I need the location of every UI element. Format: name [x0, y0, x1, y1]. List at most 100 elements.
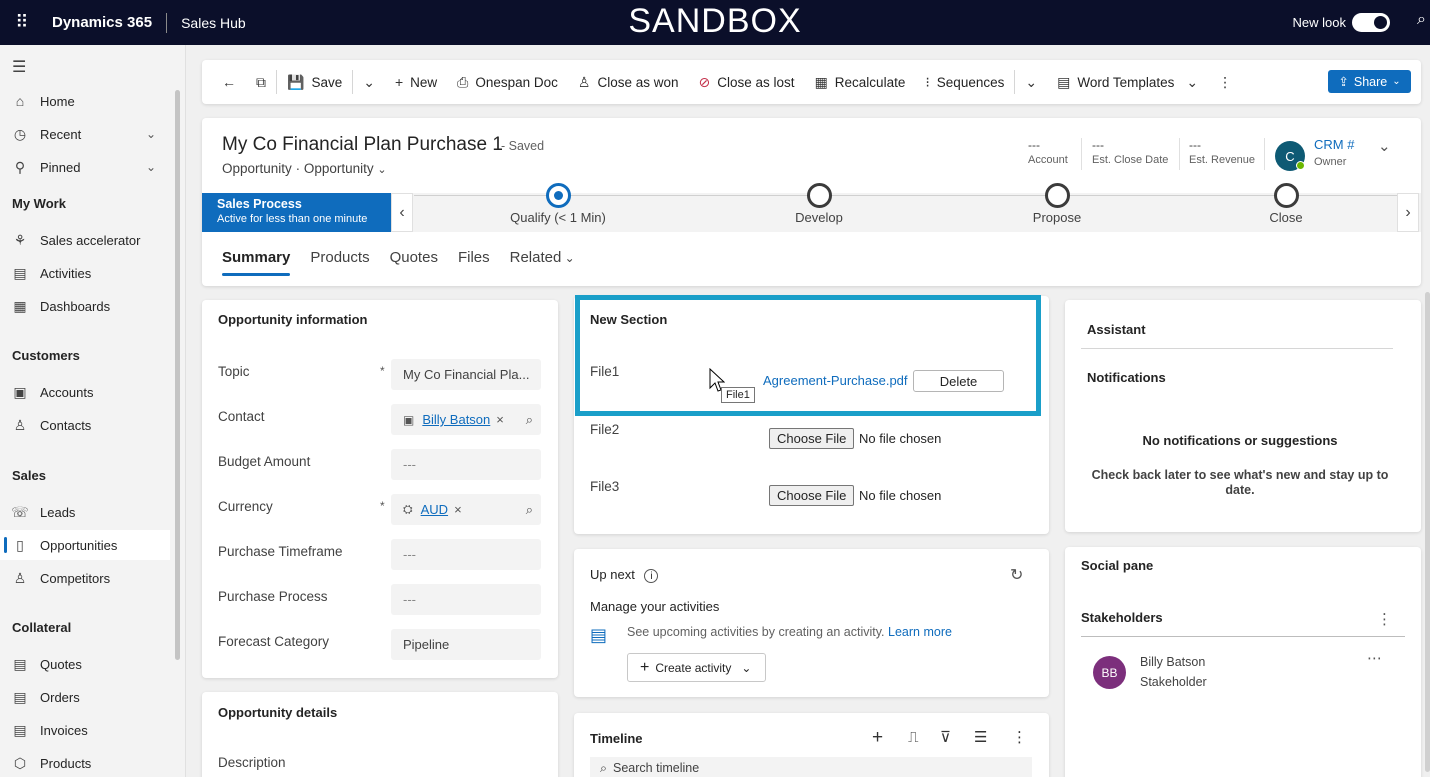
share-button[interactable]: ⇪ Share ⌄ — [1328, 70, 1411, 93]
page-scrollbar[interactable] — [1425, 292, 1430, 772]
word-templates-button[interactable]: ▤ Word Templates ⌄ — [1047, 60, 1208, 104]
refresh-icon[interactable]: ↻ — [1010, 565, 1023, 585]
calculator-icon: ▦ — [814, 73, 828, 90]
sidebar-item-label: Dashboards — [40, 298, 111, 314]
save-button[interactable]: 💾 Save — [277, 60, 352, 104]
open-new-window-button[interactable]: ⧉ — [246, 60, 276, 104]
close-as-lost-button[interactable]: ⊘ Close as lost — [689, 60, 805, 104]
sidebar-item-quotes[interactable]: ▤ Quotes — [0, 649, 170, 679]
sidebar-item-sales-accelerator[interactable]: ⚘ Sales accelerator — [0, 225, 170, 255]
contact-link[interactable]: Billy Batson — [422, 412, 490, 427]
sidebar-item-pinned[interactable]: ⚲ Pinned ⌄ — [0, 152, 170, 182]
bpf-next-button[interactable]: › — [1397, 193, 1419, 232]
stage-qualify[interactable]: Qualify (< 1 Min) — [483, 183, 633, 225]
recalculate-button[interactable]: ▦ Recalculate — [805, 60, 916, 104]
pin-icon: ⚲ — [14, 158, 26, 175]
bpf-prev-button[interactable]: ‹ — [391, 193, 413, 232]
sidebar-item-accounts[interactable]: ▣ Accounts — [0, 377, 170, 407]
file1-link[interactable]: Agreement-Purchase.pdf — [763, 373, 908, 388]
choose-file-button-3[interactable]: Choose File — [769, 485, 855, 506]
tab-summary[interactable]: Summary — [222, 249, 291, 276]
onespan-doc-button[interactable]: ⎙ Onespan Doc — [447, 60, 568, 104]
waffle-icon[interactable]: ⠿ — [2, 12, 42, 33]
close-icon[interactable]: × — [496, 412, 504, 427]
app-name[interactable]: Dynamics 365 — [52, 14, 152, 31]
tab-products[interactable]: Products — [310, 249, 369, 276]
box-icon: ⬡ — [13, 754, 27, 771]
form-selector[interactable]: Opportunity — [304, 161, 374, 176]
timeframe-field[interactable]: --- — [391, 539, 541, 570]
sidebar-item-home[interactable]: ⌂ Home — [0, 86, 170, 116]
contact-lookup[interactable]: ▣ Billy Batson × ⌕ — [391, 404, 541, 435]
timeline-search-input[interactable]: ⌕ Search timeline — [590, 757, 1032, 777]
tab-files[interactable]: Files — [458, 249, 490, 276]
stakeholder-name[interactable]: Billy Batson — [1140, 655, 1205, 669]
bookmark-icon[interactable]: ⎍ — [908, 729, 919, 746]
forecast-field[interactable]: Pipeline — [391, 629, 541, 660]
more-horizontal-icon[interactable]: ⋯ — [1367, 649, 1382, 667]
owner-name[interactable]: CRM # — [1314, 137, 1354, 152]
close-icon[interactable]: × — [454, 502, 462, 517]
currency-link[interactable]: AUD — [421, 502, 448, 517]
avatar[interactable]: BB — [1093, 656, 1126, 689]
back-button[interactable]: ← — [212, 60, 246, 104]
save-options-button[interactable]: ⌄ — [353, 60, 385, 104]
filter-icon[interactable]: ⊽ — [940, 728, 951, 746]
more-commands-button[interactable]: ⋮ — [1208, 60, 1242, 104]
search-icon[interactable]: ⌕ — [526, 412, 533, 428]
header-field-account[interactable]: --- Account — [1028, 138, 1068, 166]
sidebar-item-products[interactable]: ⬡ Products — [0, 748, 170, 777]
account-label: Account — [1028, 154, 1068, 166]
plus-icon: + — [640, 658, 650, 676]
tab-related[interactable]: Related ⌄ — [510, 249, 575, 276]
chevron-down-icon[interactable]: ⌄ — [146, 160, 156, 174]
new-button[interactable]: + New — [385, 60, 447, 104]
record-header: My Co Financial Plan Purchase 1 - Saved … — [202, 118, 1421, 286]
search-icon[interactable]: ⌕ — [1417, 11, 1426, 29]
budget-field[interactable]: --- — [391, 449, 541, 480]
topic-field[interactable]: My Co Financial Pla... — [391, 359, 541, 390]
info-icon[interactable]: i — [644, 569, 659, 583]
sidebar-item-activities[interactable]: ▤ Activities — [0, 258, 170, 288]
currency-lookup[interactable]: ⛭ AUD × ⌕ — [391, 494, 541, 525]
close-as-won-button[interactable]: ♙ Close as won — [568, 60, 689, 104]
process-field[interactable]: --- — [391, 584, 541, 615]
sidebar-item-recent[interactable]: ◷ Recent ⌄ — [0, 119, 170, 149]
chevron-down-icon[interactable]: ⌄ — [377, 164, 386, 176]
more-vertical-icon[interactable]: ⋮ — [1377, 610, 1392, 628]
chevron-right-icon: › — [1405, 203, 1411, 221]
sequences-menu-button[interactable]: ⌄ — [1015, 60, 1047, 104]
plus-icon[interactable]: + — [872, 727, 883, 749]
process-flag[interactable]: Sales Process Active for less than one m… — [202, 193, 391, 232]
sort-list-icon[interactable]: ☰ — [974, 728, 987, 746]
stage-develop[interactable]: Develop — [744, 183, 894, 225]
learn-more-link[interactable]: Learn more — [888, 625, 952, 639]
new-look-toggle[interactable] — [1352, 13, 1390, 32]
expand-header-chevron-icon[interactable]: ⌄ — [1378, 137, 1391, 155]
hub-name[interactable]: Sales Hub — [181, 15, 246, 31]
sidebar-item-contacts[interactable]: ♙ Contacts — [0, 410, 170, 440]
search-icon[interactable]: ⌕ — [526, 502, 533, 518]
header-field-close-date[interactable]: --- Est. Close Date — [1092, 138, 1168, 166]
tab-quotes[interactable]: Quotes — [390, 249, 438, 276]
sidebar-item-leads[interactable]: ☏ Leads — [0, 497, 170, 527]
save-icon: 💾 — [287, 73, 305, 90]
sequences-button[interactable]: ⁝ Sequences — [915, 60, 1014, 104]
hamburger-icon[interactable]: ☰ — [12, 57, 26, 77]
sidebar-item-opportunities[interactable]: ▯ Opportunities — [0, 530, 170, 560]
create-activity-button[interactable]: + Create activity ⌄ — [627, 653, 766, 682]
sidebar-scrollbar[interactable] — [175, 90, 180, 660]
more-vertical-icon[interactable]: ⋮ — [1012, 728, 1027, 746]
delete-button[interactable]: Delete — [913, 370, 1004, 392]
sidebar-item-orders[interactable]: ▤ Orders — [0, 682, 170, 712]
stage-propose[interactable]: Propose — [982, 183, 1132, 225]
section-title: Up next i — [590, 567, 659, 583]
choose-file-button-2[interactable]: Choose File — [769, 428, 855, 449]
sidebar-item-competitors[interactable]: ♙ Competitors — [0, 563, 170, 593]
sidebar-item-dashboards[interactable]: ▦ Dashboards — [0, 291, 170, 321]
chevron-down-icon[interactable]: ⌄ — [146, 127, 156, 141]
stage-close[interactable]: Close — [1211, 183, 1361, 225]
header-field-revenue[interactable]: --- Est. Revenue — [1189, 138, 1255, 166]
top-bar: ⠿ Dynamics 365 Sales Hub SANDBOX New loo… — [0, 0, 1430, 45]
sidebar-item-invoices[interactable]: ▤ Invoices — [0, 715, 170, 745]
